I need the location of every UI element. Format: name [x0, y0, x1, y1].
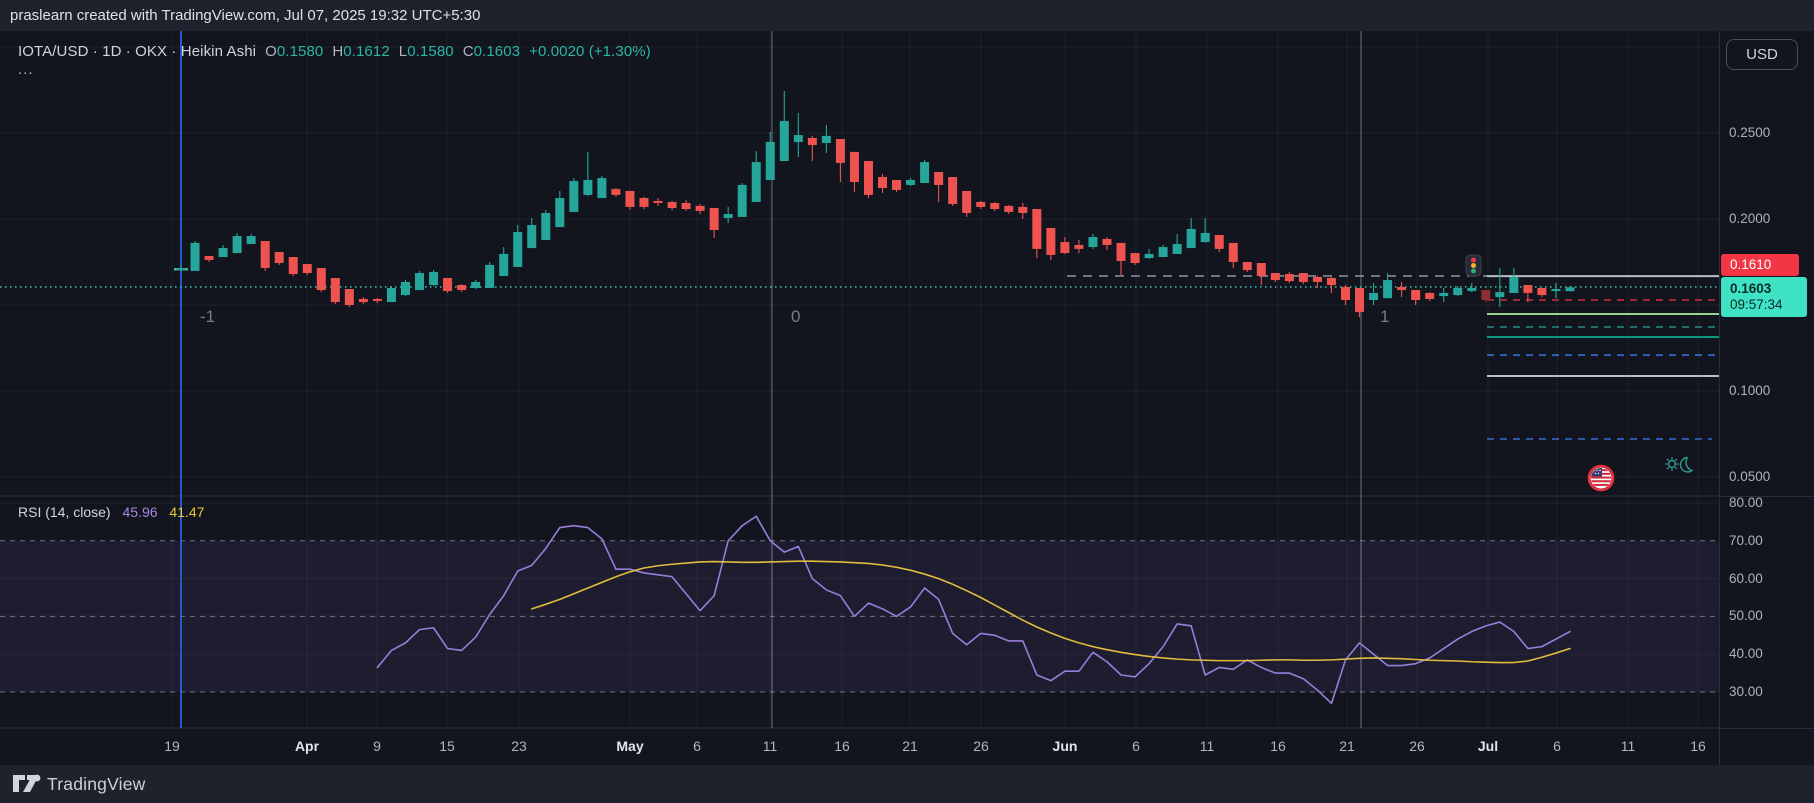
time-tick-label: 16: [1690, 738, 1706, 754]
low-value: 0.1580: [407, 43, 454, 60]
alert-price-badge: 0.1610: [1721, 254, 1799, 276]
bar-countdown: 09:57:34: [1730, 297, 1783, 312]
axis-tick-label: 0.0500: [1729, 469, 1771, 484]
last-price: 0.1603: [1730, 281, 1772, 296]
time-tick-label: Jul: [1477, 738, 1499, 754]
time-axis[interactable]: 19 Apr 9 15 23 May 6 11 16 21 26 Jun 6 11 16 21 26 Jul 6 11…: [0, 31, 1719, 765]
rsi-legend: RSI (14, close) 45.96 41.47: [18, 504, 204, 520]
time-tick-label: 16: [1270, 738, 1286, 754]
change-value: +0.0020 (+1.30%): [529, 43, 651, 60]
close-label: C: [462, 43, 474, 60]
time-tick-label: 9: [373, 738, 381, 754]
tradingview-snapshot: praslearn created with TradingView.com, …: [0, 0, 1814, 803]
tradingview-logo-icon[interactable]: [12, 774, 46, 796]
legend-more-button[interactable]: ...: [18, 61, 34, 78]
high-label: H: [332, 43, 344, 60]
axis-tick-label: 40.00: [1729, 646, 1763, 662]
axis-tick-label: 0.1000: [1729, 383, 1771, 398]
rsi-value: 45.96: [122, 504, 158, 520]
axis-tick-label: 30.00: [1729, 684, 1763, 699]
time-tick-label: 26: [973, 738, 989, 754]
time-tick-label: 11: [762, 738, 778, 754]
time-tick-label: Apr: [294, 738, 320, 754]
chart-plot-area[interactable]: -1 0 1 IOTA/USD · 1D · OKX · Heikin Ashi…: [0, 31, 1719, 765]
last-price-badge: 0.1603 09:57:34: [1721, 277, 1807, 317]
snapshot-header: praslearn created with TradingView.com, …: [0, 0, 1814, 31]
open-value: 0.1580: [276, 43, 324, 60]
time-tick-label: 26: [1409, 738, 1425, 754]
time-tick-label: 11: [1620, 738, 1636, 754]
axis-tick-label: 0.2500: [1729, 125, 1771, 140]
tradingview-brand[interactable]: TradingView: [47, 774, 146, 795]
axis-tick-label: 50.00: [1729, 608, 1763, 624]
open-label: O: [265, 43, 277, 60]
time-tick-label: Jun: [1052, 738, 1078, 754]
axis-tick-label: 0.2000: [1729, 211, 1771, 226]
rsi-name: RSI (14, close): [18, 504, 111, 520]
time-tick-label: 21: [1339, 738, 1355, 754]
symbol-legend: IOTA/USD · 1D · OKX · Heikin Ashi O0.1580…: [18, 43, 651, 60]
time-tick-label: 23: [511, 738, 527, 754]
time-tick-label: 6: [1553, 738, 1561, 754]
symbol-title: IOTA/USD · 1D · OKX · Heikin Ashi: [18, 43, 257, 60]
time-tick-label: 11: [1199, 738, 1215, 754]
footer-bar: TradingView: [0, 765, 1814, 803]
snapshot-title: praslearn created with TradingView.com, …: [10, 7, 481, 24]
high-value: 0.1612: [343, 43, 390, 60]
time-tick-label: 15: [439, 738, 455, 754]
close-value: 0.1603: [473, 43, 521, 60]
price-axis[interactable]: USD 0.2500 0.2000 0.1000 0.0500 80.00 70.00 60…: [1719, 31, 1814, 765]
time-tick-label: 6: [1132, 738, 1140, 754]
rsi-ma-value: 41.47: [169, 504, 205, 520]
axis-tick-label: 60.00: [1729, 570, 1763, 586]
time-tick-label: 21: [902, 738, 918, 754]
low-label: L: [398, 43, 408, 60]
time-tick-label: 6: [693, 738, 701, 754]
time-tick-label: 16: [834, 738, 850, 754]
pane-separator: [1720, 496, 1814, 497]
axis-tick-label: 70.00: [1729, 532, 1763, 548]
time-tick-label: May: [616, 738, 644, 754]
pane-separator: [1720, 728, 1814, 729]
time-tick-label: 19: [164, 738, 180, 754]
currency-toggle-button[interactable]: USD: [1726, 39, 1798, 70]
